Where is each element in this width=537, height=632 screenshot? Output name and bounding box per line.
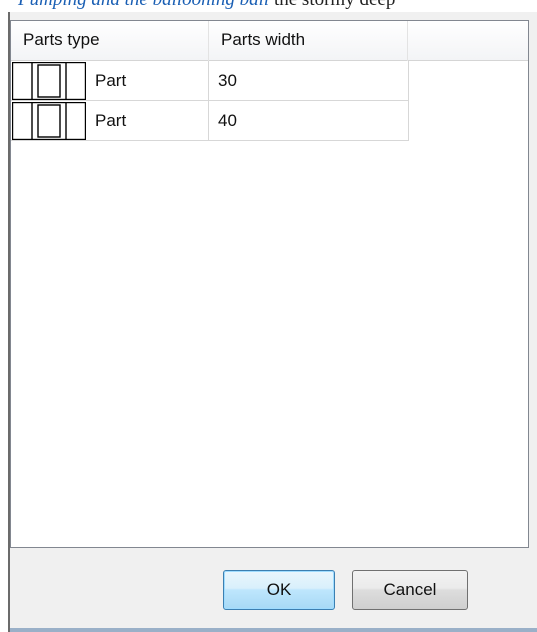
part-profile-icon	[12, 62, 86, 100]
part-type-label: Part	[95, 71, 127, 90]
list-header: Parts type Parts width	[11, 21, 528, 61]
ok-button[interactable]: OK	[223, 570, 335, 610]
cancel-button[interactable]: Cancel	[352, 570, 468, 610]
parts-type-cell[interactable]: Part	[11, 61, 209, 101]
column-header-parts-width[interactable]: Parts width	[209, 21, 408, 61]
dialog-bottom-edge	[10, 628, 537, 632]
parts-list-view[interactable]: Parts type Parts width Part 30 Part 40	[10, 20, 529, 548]
table-row[interactable]: Part 40	[11, 101, 409, 141]
parts-width-cell[interactable]: 30	[209, 61, 409, 101]
parts-width-cell[interactable]: 40	[209, 101, 409, 141]
column-header-filler	[408, 21, 520, 61]
parts-type-cell[interactable]: Part	[11, 101, 209, 141]
part-type-label: Part	[95, 111, 127, 130]
column-header-parts-type[interactable]: Parts type	[11, 21, 209, 61]
part-profile-icon	[12, 102, 86, 140]
table-row[interactable]: Part 30	[11, 61, 409, 101]
